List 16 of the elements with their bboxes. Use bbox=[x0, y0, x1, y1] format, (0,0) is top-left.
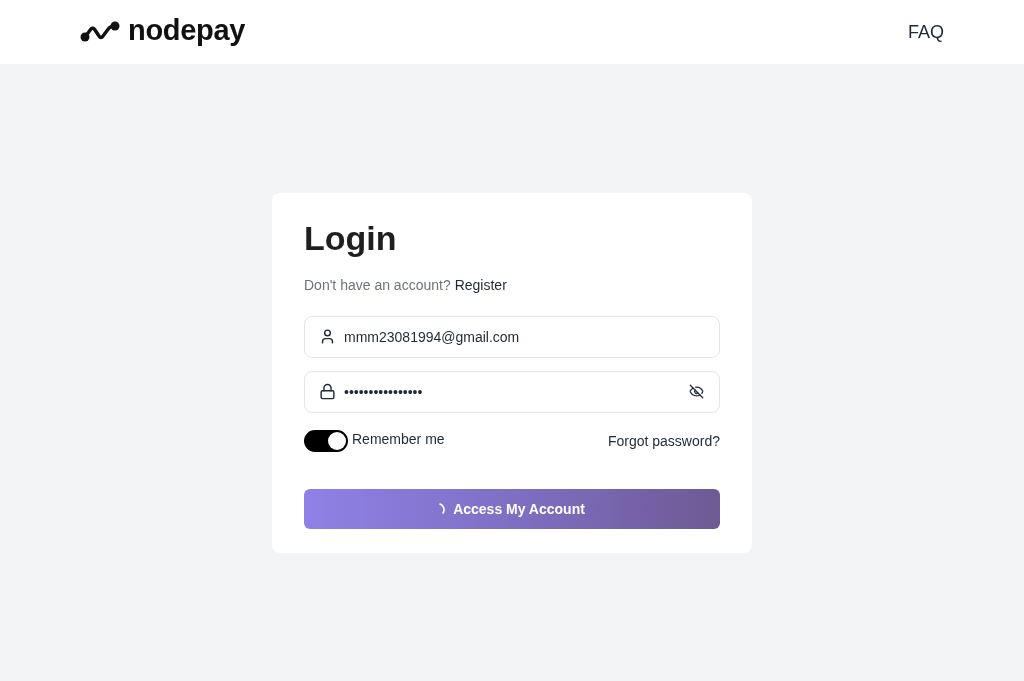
remember-label: Remember me bbox=[352, 430, 445, 447]
spinner-icon bbox=[439, 502, 446, 515]
eye-off-icon[interactable] bbox=[689, 383, 704, 399]
login-title: Login bbox=[304, 217, 398, 259]
logo-icon bbox=[80, 21, 120, 43]
signup-prompt: Don't have an account? bbox=[304, 275, 451, 295]
remember-toggle[interactable] bbox=[304, 429, 348, 452]
user-icon bbox=[319, 327, 336, 345]
forgot-password-link[interactable]: Forgot password? bbox=[607, 432, 720, 449]
access-account-button[interactable]: Access My Account bbox=[304, 488, 720, 529]
password-field[interactable]: •••••••••••••••• bbox=[304, 370, 720, 413]
register-link[interactable]: Register bbox=[454, 274, 507, 295]
lock-icon bbox=[319, 382, 336, 400]
faq-link[interactable]: FAQ bbox=[908, 21, 944, 43]
email-field[interactable]: mmm23081994@gmail.com bbox=[304, 315, 720, 358]
logo[interactable]: nodepay bbox=[80, 16, 246, 48]
